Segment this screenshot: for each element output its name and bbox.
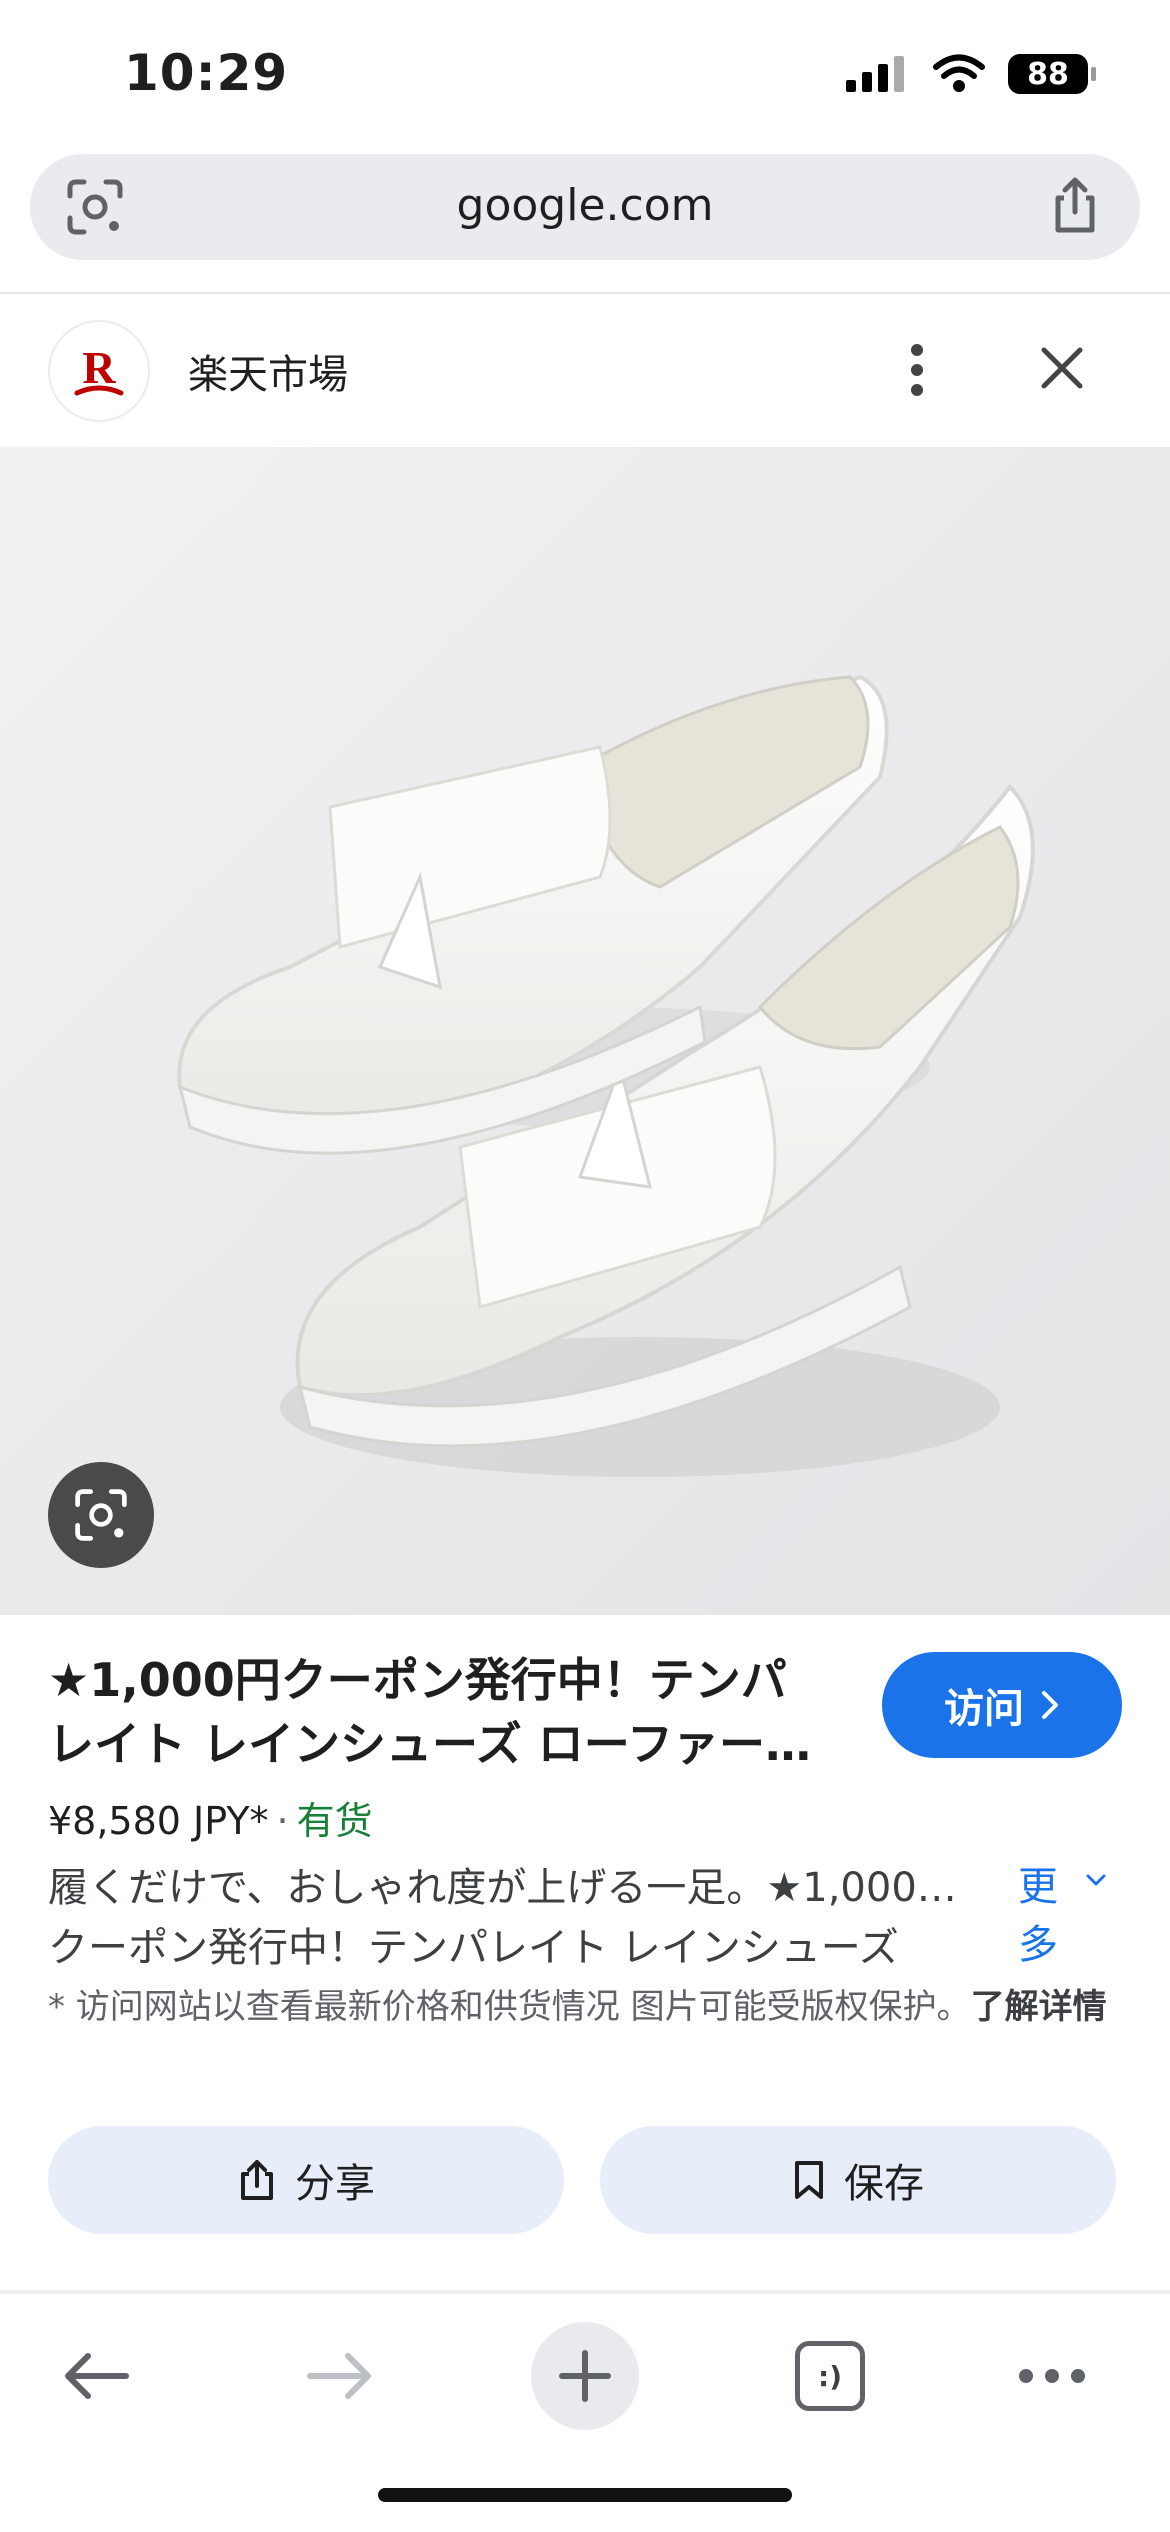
disclaimer: * 访问网站以查看最新价格和供货情况 图片可能受版权保护。了解详情 <box>48 1982 1128 2032</box>
disclaimer-text: * 访问网站以查看最新价格和供货情况 图片可能受版权保护。 <box>48 1987 971 2027</box>
more-horiz-icon <box>1019 2369 1085 2383</box>
tabs-label: :) <box>818 2359 842 2393</box>
menu-button[interactable] <box>992 2316 1112 2436</box>
visit-label: 访问 <box>944 1686 1024 1732</box>
arrow-left-icon <box>65 2353 129 2399</box>
home-indicator[interactable] <box>378 2488 792 2502</box>
divider <box>0 292 1170 294</box>
status-bar: 10:29 88 <box>0 0 1170 150</box>
save-label: 保存 <box>844 2161 924 2207</box>
share-label: 分享 <box>295 2161 375 2207</box>
product-image[interactable] <box>0 447 1170 1615</box>
google-lens-icon <box>75 1489 127 1541</box>
more-button[interactable]: 更 多 <box>1018 1858 1128 1974</box>
separator: · <box>276 1799 289 1843</box>
rakuten-logo[interactable]: R <box>48 320 150 422</box>
product-description: 履くだけで、おしゃれ度が上げる一足。★1,000… クーポン発行中！テンパレイト… <box>48 1858 1008 1978</box>
save-button[interactable]: 保存 <box>600 2126 1116 2234</box>
price: ¥8,580 JPY* <box>48 1799 269 1843</box>
lens-search-button[interactable] <box>48 1462 154 1568</box>
status-time: 10:29 <box>124 44 289 102</box>
screen: 10:29 88 google.com R 楽天市場 ★1,000円クーポン発行… <box>0 0 1170 2532</box>
description-line-1: 履くだけで、おしゃれ度が上げる一足。★1,000… <box>48 1865 957 1911</box>
white-loafers-image <box>0 447 1170 1615</box>
product-title-line-1: ★1,000円クーポン発行中！テンパ <box>48 1653 787 1707</box>
more-vert-icon[interactable] <box>892 340 942 400</box>
source-header: R 楽天市場 <box>0 300 1170 440</box>
new-tab-circle <box>531 2322 639 2430</box>
url-text[interactable]: google.com <box>30 180 1140 231</box>
source-name[interactable]: 楽天市場 <box>188 342 348 400</box>
divider <box>0 2290 1170 2294</box>
wifi-icon <box>933 54 985 92</box>
price-row: ¥8,580 JPY* · 有货 <box>48 1790 373 1845</box>
more-label-1: 更 <box>1018 1864 1058 1910</box>
battery-icon: 88 <box>1008 54 1096 94</box>
visit-button[interactable]: 访问 <box>882 1652 1122 1758</box>
tab-switcher-button[interactable]: :) <box>770 2316 890 2436</box>
cellular-signal-icon <box>846 56 904 92</box>
address-bar[interactable]: google.com <box>30 154 1140 260</box>
back-button[interactable] <box>36 2316 156 2436</box>
stock-status: 有货 <box>296 1799 373 1843</box>
rakuten-r-icon: R <box>74 342 124 396</box>
chevron-right-icon <box>1042 1691 1058 1719</box>
share-button[interactable]: 分享 <box>48 2126 564 2234</box>
share-icon <box>241 2160 273 2200</box>
new-tab-button[interactable] <box>525 2316 645 2436</box>
product-title[interactable]: ★1,000円クーポン発行中！テンパ レイト レインシューズ ローファー… <box>48 1648 838 1776</box>
status-icons: 88 <box>846 54 1096 94</box>
arrow-right-icon <box>307 2353 371 2399</box>
forward-button[interactable] <box>280 2316 400 2436</box>
share-icon[interactable] <box>1044 174 1106 236</box>
chevron-down-icon <box>1086 1874 1106 1886</box>
plus-icon <box>559 2350 611 2402</box>
bookmark-icon <box>795 2161 823 2199</box>
tabs-icon: :) <box>795 2341 865 2411</box>
battery-level: 88 <box>1027 56 1069 92</box>
description-line-2: クーポン発行中！テンパレイト レインシューズ <box>48 1925 899 1971</box>
product-title-line-2: レイト レインシューズ ローファー… <box>48 1717 811 1771</box>
bottom-toolbar: :) <box>0 2296 1170 2456</box>
close-icon[interactable] <box>1030 336 1094 400</box>
logo-letter: R <box>82 342 116 393</box>
more-label-2: 多 <box>1018 1922 1058 1968</box>
learn-more-link[interactable]: 了解详情 <box>971 1987 1107 2027</box>
